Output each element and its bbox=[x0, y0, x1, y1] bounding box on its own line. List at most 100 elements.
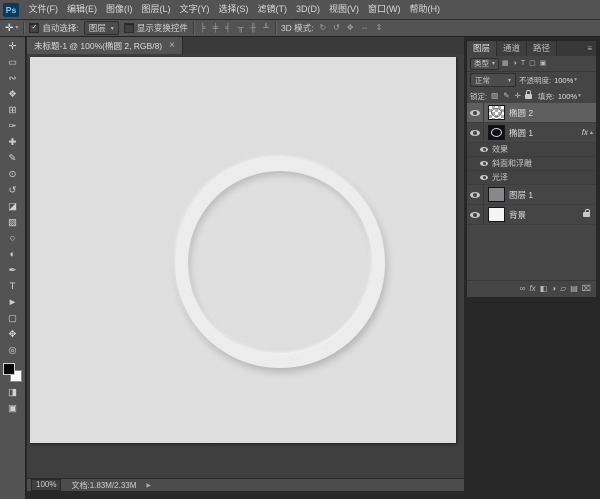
lock-pixels-icon[interactable]: ✎ bbox=[502, 92, 510, 100]
hand-tool[interactable]: ✥ bbox=[1, 326, 25, 342]
3d-slide-icon[interactable]: ⇔ bbox=[360, 24, 370, 32]
status-options-arrow-icon[interactable]: ▶ bbox=[146, 482, 151, 489]
layer-thumbnail-ellipse-1[interactable] bbox=[488, 125, 505, 140]
menu-view[interactable]: 视图(V) bbox=[325, 0, 364, 19]
eye-icon[interactable] bbox=[480, 175, 488, 180]
filter-pixel-layers-icon[interactable]: ▦ bbox=[501, 60, 510, 67]
delete-layer-icon[interactable]: ⌧ bbox=[582, 285, 591, 293]
effect-bevel-emboss-row[interactable]: 斜面和浮雕 bbox=[467, 157, 596, 171]
menu-help[interactable]: 帮助(H) bbox=[405, 0, 445, 19]
blend-mode-dropdown[interactable]: 正常 bbox=[470, 73, 516, 87]
screen-mode-button[interactable]: ▣ bbox=[1, 400, 25, 416]
history-brush-tool[interactable]: ↺ bbox=[1, 182, 25, 198]
panel-menu-icon[interactable]: ≡ bbox=[587, 41, 596, 56]
crop-tool[interactable]: ⊞ bbox=[1, 102, 25, 118]
lock-position-icon[interactable]: ✛ bbox=[513, 92, 521, 100]
3d-rotate-icon[interactable]: ↻ bbox=[318, 24, 327, 32]
quick-selection-tool[interactable]: ❖ bbox=[1, 86, 25, 102]
menu-layer[interactable]: 图层(L) bbox=[137, 0, 175, 19]
effects-row[interactable]: 效果 bbox=[467, 143, 596, 157]
tab-layers[interactable]: 图层 bbox=[467, 41, 497, 56]
tab-paths[interactable]: 路径 bbox=[527, 41, 557, 56]
blur-tool[interactable]: ○ bbox=[1, 230, 25, 246]
visibility-toggle[interactable] bbox=[467, 103, 484, 122]
foreground-color-swatch[interactable] bbox=[3, 363, 15, 375]
quick-mask-button[interactable]: ◨ bbox=[1, 384, 25, 400]
spot-healing-brush-tool[interactable]: ✚ bbox=[1, 134, 25, 150]
add-layer-mask-icon[interactable]: ◧ bbox=[540, 285, 548, 293]
filter-kind-dropdown[interactable]: 类型 bbox=[470, 58, 499, 70]
filter-smart-objects-icon[interactable]: ▣ bbox=[539, 60, 548, 67]
layer-row-background[interactable]: 背景 bbox=[467, 205, 596, 225]
layer-thumbnail-background[interactable] bbox=[488, 207, 505, 222]
canvas[interactable] bbox=[30, 57, 456, 443]
visibility-toggle[interactable] bbox=[467, 123, 484, 142]
align-horizontal-centers-icon[interactable]: ╪ bbox=[212, 24, 220, 32]
clone-stamp-tool[interactable]: ⊙ bbox=[1, 166, 25, 182]
eye-icon[interactable] bbox=[480, 161, 488, 166]
tab-close-icon[interactable]: × bbox=[169, 41, 175, 51]
menu-image[interactable]: 图像(I) bbox=[102, 0, 138, 19]
tab-channels[interactable]: 通道 bbox=[497, 41, 527, 56]
align-vertical-centers-icon[interactable]: ╫ bbox=[250, 24, 258, 32]
lock-transparency-icon[interactable]: ▨ bbox=[490, 92, 499, 100]
3d-drag-icon[interactable]: ✥ bbox=[346, 24, 355, 32]
menu-select[interactable]: 选择(S) bbox=[214, 0, 253, 19]
auto-select-value: 图层 bbox=[89, 22, 106, 34]
layer-style-fx-badge[interactable]: fx bbox=[582, 128, 590, 137]
eraser-tool[interactable]: ◪ bbox=[1, 198, 25, 214]
lasso-tool[interactable]: ∾ bbox=[1, 70, 25, 86]
type-tool[interactable]: T bbox=[1, 278, 25, 294]
auto-select-checkbox[interactable]: ✓ 自动选择: bbox=[29, 22, 78, 34]
layer-row-ellipse-1[interactable]: 椭圆 1 fx ▴ bbox=[467, 123, 596, 143]
link-layers-icon[interactable]: ∞ bbox=[520, 285, 526, 293]
effect-satin-row[interactable]: 光泽 bbox=[467, 171, 596, 185]
layer-thumbnail-ellipse-2[interactable] bbox=[488, 105, 505, 120]
align-right-edges-icon[interactable]: ╡ bbox=[224, 24, 232, 32]
zoom-level-field[interactable]: 100% bbox=[31, 479, 61, 491]
eyedropper-tool[interactable]: ✑ bbox=[1, 118, 25, 134]
rectangular-marquee-tool[interactable]: ▭ bbox=[1, 54, 25, 70]
align-bottom-edges-icon[interactable]: ╨ bbox=[262, 24, 270, 32]
layer-row-layer-1[interactable]: 图层 1 bbox=[467, 185, 596, 205]
gradient-tool[interactable]: ▨ bbox=[1, 214, 25, 230]
menu-type[interactable]: 文字(Y) bbox=[175, 0, 214, 19]
eye-icon[interactable] bbox=[480, 147, 488, 152]
opacity-value[interactable]: 100% bbox=[554, 76, 577, 85]
zoom-tool[interactable]: ◎ bbox=[1, 342, 25, 358]
new-group-icon[interactable]: ▱ bbox=[560, 285, 566, 293]
layer-thumbnail-layer-1[interactable] bbox=[488, 187, 505, 202]
filter-adjustment-layers-icon[interactable]: ◑ bbox=[512, 60, 518, 67]
new-layer-icon[interactable]: ▤ bbox=[570, 285, 578, 293]
layer-styles-icon[interactable]: fx bbox=[529, 285, 535, 293]
menu-filter[interactable]: 滤镜(T) bbox=[253, 0, 292, 19]
filter-type-layers-icon[interactable]: T bbox=[520, 60, 526, 67]
visibility-toggle[interactable] bbox=[467, 205, 484, 224]
menu-3d[interactable]: 3D(D) bbox=[292, 0, 325, 19]
visibility-toggle[interactable] bbox=[467, 185, 484, 204]
move-tool[interactable]: ✛ bbox=[1, 38, 25, 54]
layer-row-ellipse-2[interactable]: 椭圆 2 bbox=[467, 103, 596, 123]
dodge-tool[interactable]: ◐ bbox=[1, 246, 25, 262]
show-transform-checkbox[interactable]: 显示变换控件 bbox=[124, 22, 188, 34]
show-transform-label: 显示变换控件 bbox=[137, 22, 188, 34]
3d-roll-icon[interactable]: ↺ bbox=[332, 24, 341, 32]
brush-tool[interactable]: ✎ bbox=[1, 150, 25, 166]
move-tool-preset-icon[interactable]: ✛ bbox=[5, 23, 18, 34]
auto-select-target-dropdown[interactable]: 图层 bbox=[84, 21, 119, 35]
shape-tool[interactable]: ▢ bbox=[1, 310, 25, 326]
filter-shape-layers-icon[interactable]: ▢ bbox=[528, 60, 537, 67]
3d-scale-icon[interactable]: ⇕ bbox=[375, 24, 384, 32]
menu-window[interactable]: 窗口(W) bbox=[364, 0, 406, 19]
document-tab[interactable]: 未标题-1 @ 100%(椭圆 2, RGB/8) × bbox=[27, 37, 183, 54]
menu-edit[interactable]: 编辑(E) bbox=[63, 0, 102, 19]
menu-file[interactable]: 文件(F) bbox=[24, 0, 63, 19]
path-selection-tool[interactable]: ► bbox=[1, 294, 25, 310]
fx-collapse-arrow-icon[interactable]: ▴ bbox=[590, 129, 596, 136]
fill-value[interactable]: 100% bbox=[558, 92, 581, 101]
pen-tool[interactable]: ✒ bbox=[1, 262, 25, 278]
align-top-edges-icon[interactable]: ╥ bbox=[237, 24, 245, 32]
align-left-edges-icon[interactable]: ╞ bbox=[199, 24, 207, 32]
adjustment-layer-icon[interactable]: ◑ bbox=[551, 285, 556, 293]
lock-all-icon[interactable] bbox=[525, 94, 532, 99]
